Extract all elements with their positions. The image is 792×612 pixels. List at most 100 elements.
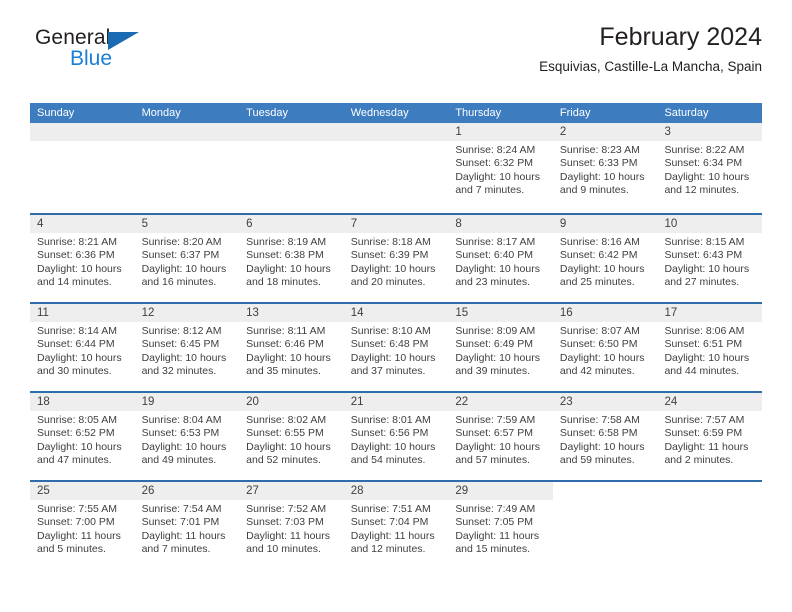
daylight-line: and 18 minutes. [246,276,321,289]
day-number: 24 [664,396,678,408]
sunset-line: Sunset: 6:55 PM [246,427,324,440]
daylight-line: and 16 minutes. [141,276,217,289]
general-blue-logo[interactable]: General Blue [35,26,235,74]
day-cell-9[interactable]: 9 Sunrise: 8:16 AM Sunset: 6:42 PM Daylight… [552,215,658,302]
day-cell-5[interactable]: 5 Sunrise: 8:20 AM Sunset: 6:37 PM Daylight… [134,215,240,302]
daylight-line: Daylight: 11 hours [141,529,226,542]
sunrise-line: Sunrise: 8:16 AM [559,236,640,248]
day-cell-10[interactable]: 10 Sunrise: 8:15 AM Sunset: 6:43 PM Dayligh… [657,215,763,302]
day-number: 18 [37,396,50,408]
day-number: 20 [246,396,259,408]
weekday-header-saturday: Saturday [664,107,709,119]
sunrise-line: Sunrise: 8:17 AM [455,236,536,248]
sunset-line: Sunset: 6:49 PM [455,338,533,351]
daylight-line: Daylight: 10 hours [350,440,436,453]
day-cell-3[interactable]: 3 Sunrise: 8:22 AM Sunset: 6:34 PM Daylight… [657,123,763,213]
weekday-header-friday: Friday [559,107,591,119]
sunset-line: Sunset: 6:36 PM [37,249,115,262]
sunrise-line: Sunrise: 8:14 AM [37,325,117,337]
daylight-line: and 27 minutes. [664,276,740,289]
day-cell-25[interactable]: 25 Sunrise: 7:55 AM Sunset: 7:00 PM Dayligh… [30,482,135,569]
day-details: Sunrise: 8:19 AM Sunset: 6:38 PM Daylight:… [246,236,338,290]
day-cell-1[interactable]: 1 Sunrise: 8:24 AM Sunset: 6:32 PM Daylight… [448,123,553,213]
day-cell-12[interactable]: 12 Sunrise: 8:12 AM Sunset: 6:45 PM Dayligh… [134,304,240,391]
day-details: Sunrise: 8:12 AM Sunset: 6:45 PM Daylight:… [142,325,234,379]
day-cell-28[interactable]: 28 Sunrise: 7:51 AM Sunset: 7:04 PM Dayligh… [343,482,449,569]
day-number: 1 [455,126,462,138]
day-details: Sunrise: 7:52 AM Sunset: 7:03 PM Daylight:… [246,503,338,557]
sunrise-line: Sunrise: 8:19 AM [246,236,327,248]
day-cell-19[interactable]: 19 Sunrise: 8:04 AM Sunset: 6:53 PM Dayligh… [134,393,240,480]
day-details: Sunrise: 7:59 AM Sunset: 6:57 PM Daylight:… [455,414,547,468]
daylight-line: and 52 minutes. [246,454,321,467]
day-cell-empty [134,123,240,213]
day-cell-11[interactable]: 11 Sunrise: 8:14 AM Sunset: 6:44 PM Dayligh… [30,304,135,391]
day-number: 4 [37,218,44,230]
sunset-line: Sunset: 6:32 PM [455,157,533,170]
day-cell-4[interactable]: 4 Sunrise: 8:21 AM Sunset: 6:36 PM Daylight… [30,215,135,302]
sunset-line: Sunset: 6:50 PM [559,338,638,351]
day-details: Sunrise: 8:15 AM Sunset: 6:43 PM Daylight:… [664,236,756,290]
day-cell-22[interactable]: 22 Sunrise: 7:59 AM Sunset: 6:57 PM Dayligh… [448,393,553,480]
day-number-band [343,123,449,141]
daylight-line: Daylight: 10 hours [141,262,227,275]
blue-triangle-icon [108,32,139,50]
day-details: Sunrise: 8:04 AM Sunset: 6:53 PM Daylight:… [142,414,234,468]
daylight-line: Daylight: 10 hours [455,440,540,453]
daylight-line: and 39 minutes. [455,365,531,378]
day-number: 12 [141,307,155,319]
day-number: 2 [559,126,567,138]
day-number: 15 [455,307,469,319]
day-details: Sunrise: 8:09 AM Sunset: 6:49 PM Daylight:… [455,325,547,379]
day-details: Sunrise: 8:10 AM Sunset: 6:48 PM Daylight:… [351,325,443,379]
sunset-line: Sunset: 6:37 PM [141,249,220,262]
day-number: 25 [37,485,50,497]
day-cell-13[interactable]: 13 Sunrise: 8:11 AM Sunset: 6:46 PM Dayligh… [239,304,344,391]
day-cell-14[interactable]: 14 Sunrise: 8:10 AM Sunset: 6:48 PM Dayligh… [343,304,449,391]
day-details: Sunrise: 8:05 AM Sunset: 6:52 PM Daylight:… [37,414,129,468]
day-cell-20[interactable]: 20 Sunrise: 8:02 AM Sunset: 6:55 PM Dayligh… [239,393,344,480]
day-number: 14 [350,307,364,319]
day-cell-empty [657,482,762,569]
sunrise-line: Sunrise: 8:20 AM [141,236,222,248]
daylight-line: Daylight: 11 hours [455,529,540,542]
day-number: 5 [141,218,148,230]
day-number-band [657,482,762,500]
day-cell-empty [30,123,135,213]
sunset-line: Sunset: 6:38 PM [246,249,324,262]
daylight-line: Daylight: 10 hours [246,351,331,364]
sunrise-line: Sunrise: 7:57 AM [664,414,745,426]
day-cell-2[interactable]: 2 Sunrise: 8:23 AM Sunset: 6:33 PM Daylight… [552,123,658,213]
day-cell-6[interactable]: 6 Sunrise: 8:19 AM Sunset: 6:38 PM Daylight… [239,215,344,302]
sunrise-line: Sunrise: 8:07 AM [559,325,640,337]
day-number: 7 [350,218,358,230]
day-cell-8[interactable]: 8 Sunrise: 8:17 AM Sunset: 6:40 PM Daylight… [448,215,553,302]
daylight-line: Daylight: 10 hours [559,440,645,453]
day-details: Sunrise: 8:16 AM Sunset: 6:42 PM Daylight:… [560,236,652,290]
daylight-line: Daylight: 11 hours [246,529,331,542]
sunset-line: Sunset: 6:40 PM [455,249,533,262]
day-cell-18[interactable]: 18 Sunrise: 8:05 AM Sunset: 6:52 PM Dayligh… [30,393,135,480]
day-cell-26[interactable]: 26 Sunrise: 7:54 AM Sunset: 7:01 PM Dayligh… [134,482,240,569]
day-cell-23[interactable]: 23 Sunrise: 7:58 AM Sunset: 6:58 PM Dayligh… [552,393,658,480]
day-cell-24[interactable]: 24 Sunrise: 7:57 AM Sunset: 6:59 PM Dayligh… [657,393,763,480]
day-cell-16[interactable]: 16 Sunrise: 8:07 AM Sunset: 6:50 PM Dayligh… [552,304,658,391]
calendar-week-row: 11 Sunrise: 8:14 AM Sunset: 6:44 PM Dayligh… [30,302,763,391]
day-details: Sunrise: 8:11 AM Sunset: 6:46 PM Daylight:… [246,325,338,379]
day-number: 8 [455,218,462,230]
calendar-week-row: 18 Sunrise: 8:05 AM Sunset: 6:52 PM Dayligh… [30,391,763,480]
sunrise-line: Sunrise: 8:10 AM [350,325,431,337]
day-cell-17[interactable]: 17 Sunrise: 8:06 AM Sunset: 6:51 PM Dayligh… [657,304,763,391]
day-details: Sunrise: 8:17 AM Sunset: 6:40 PM Daylight:… [455,236,547,290]
logo-word-blue: Blue [70,47,113,70]
day-cell-21[interactable]: 21 Sunrise: 8:01 AM Sunset: 6:56 PM Dayligh… [343,393,449,480]
sunset-line: Sunset: 6:34 PM [664,157,743,170]
day-cell-15[interactable]: 15 Sunrise: 8:09 AM Sunset: 6:49 PM Dayligh… [448,304,553,391]
sunset-line: Sunset: 6:48 PM [350,338,429,351]
day-cell-29[interactable]: 29 Sunrise: 7:49 AM Sunset: 7:05 PM Dayligh… [448,482,553,569]
sunset-line: Sunset: 7:04 PM [350,516,429,529]
day-cell-27[interactable]: 27 Sunrise: 7:52 AM Sunset: 7:03 PM Dayligh… [239,482,344,569]
day-cell-7[interactable]: 7 Sunrise: 8:18 AM Sunset: 6:39 PM Daylight… [343,215,449,302]
day-number: 11 [37,307,49,319]
daylight-line: Daylight: 10 hours [350,262,436,275]
